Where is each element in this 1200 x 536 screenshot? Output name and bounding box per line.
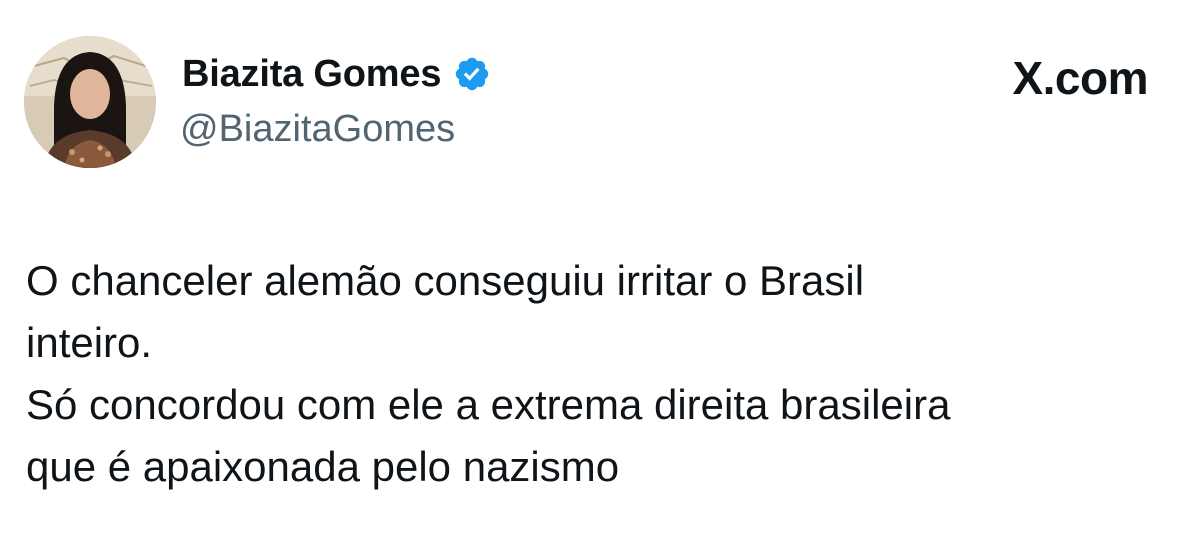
author-name-row: Biazita Gomes [182,50,491,98]
avatar[interactable] [24,36,156,168]
tweet-text-line: Só concordou com ele a extrema direita b… [26,381,951,428]
tweet-text-line: inteiro. [26,319,153,366]
tweet-text-line: que é apaixonada pelo nazismo [26,443,620,490]
tweet-text-line: O chanceler alemão conseguiu irritar o B… [26,257,865,304]
x-logo-text: X.com [1012,52,1148,104]
verified-badge-icon [453,55,491,93]
author-handle[interactable]: @BiazitaGomes [180,108,455,151]
profile-photo-icon [24,36,156,168]
tweet-card: Biazita Gomes @BiazitaGomes X.com O chan… [0,0,1200,536]
author-display-name[interactable]: Biazita Gomes [182,53,441,96]
brand-logo: X.com [1012,52,1148,104]
tweet-text: O chanceler alemão conseguiu irritar o B… [26,250,1176,498]
